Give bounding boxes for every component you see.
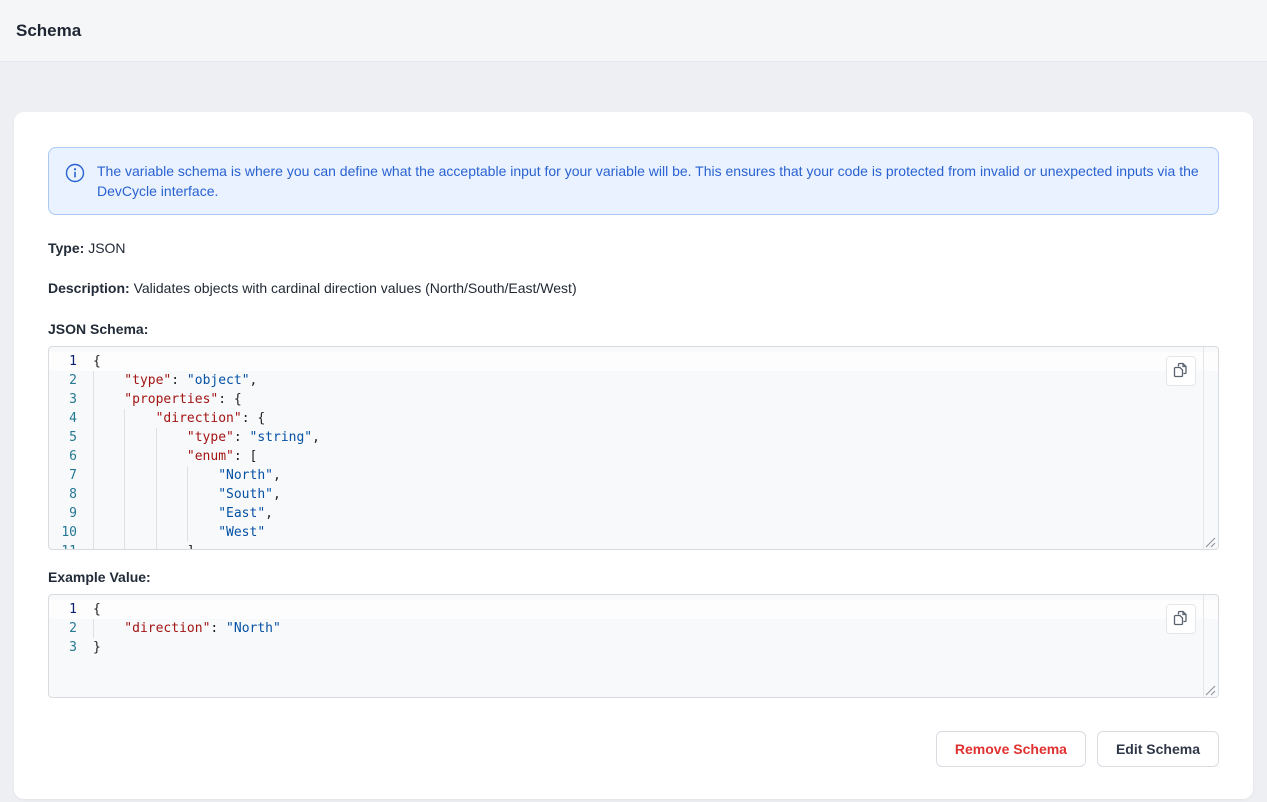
code-text: "East", bbox=[93, 504, 273, 523]
alert-text: The variable schema is where you can def… bbox=[97, 161, 1202, 201]
line-number: 5 bbox=[49, 428, 93, 447]
line-number: 6 bbox=[49, 447, 93, 466]
code-text: } bbox=[93, 638, 101, 657]
schema-card: The variable schema is where you can def… bbox=[14, 112, 1253, 799]
copy-button[interactable] bbox=[1166, 604, 1196, 634]
line-number: 7 bbox=[49, 466, 93, 485]
code-text: "enum": [ bbox=[93, 447, 257, 466]
code-line: 2"type": "object", bbox=[49, 371, 1218, 390]
code-text: "West" bbox=[93, 523, 265, 542]
code-line: 11] bbox=[49, 542, 1218, 550]
type-row: Type: JSON bbox=[48, 238, 1219, 258]
description-label: Description: bbox=[48, 280, 130, 296]
description-row: Description: Validates objects with card… bbox=[48, 278, 1219, 298]
copy-button[interactable] bbox=[1166, 356, 1196, 386]
line-number: 3 bbox=[49, 390, 93, 409]
json-schema-label: JSON Schema: bbox=[48, 321, 1219, 337]
code-line: 7"North", bbox=[49, 466, 1218, 485]
code-line: 1{ bbox=[49, 352, 1218, 371]
description-value: Validates objects with cardinal directio… bbox=[134, 280, 577, 296]
code-text: ] bbox=[93, 542, 195, 550]
copy-icon bbox=[1173, 610, 1189, 629]
code-line: 3} bbox=[49, 638, 1218, 657]
code-text: { bbox=[93, 600, 101, 619]
code-text: "direction": { bbox=[93, 409, 265, 428]
code-line: 1{ bbox=[49, 600, 1218, 619]
code-line: 5"type": "string", bbox=[49, 428, 1218, 447]
line-number: 11 bbox=[49, 542, 93, 550]
example-value-editor[interactable]: 1{2"direction": "North"3} bbox=[48, 594, 1219, 698]
line-number: 1 bbox=[49, 352, 93, 371]
page-title: Schema bbox=[16, 21, 81, 41]
copy-icon bbox=[1173, 362, 1189, 381]
page-header: Schema bbox=[0, 0, 1267, 62]
code-text: "type": "string", bbox=[93, 428, 320, 447]
info-alert: The variable schema is where you can def… bbox=[48, 147, 1219, 215]
code-text: "direction": "North" bbox=[93, 619, 281, 638]
line-number: 4 bbox=[49, 409, 93, 428]
line-number: 2 bbox=[49, 371, 93, 390]
code-line: 10"West" bbox=[49, 523, 1218, 542]
line-number: 2 bbox=[49, 619, 93, 638]
example-value-label: Example Value: bbox=[48, 569, 1219, 585]
resize-handle[interactable] bbox=[1204, 535, 1216, 547]
line-number: 1 bbox=[49, 600, 93, 619]
line-number: 9 bbox=[49, 504, 93, 523]
edit-schema-button[interactable]: Edit Schema bbox=[1097, 731, 1219, 767]
code-text: "South", bbox=[93, 485, 281, 504]
type-label: Type: bbox=[48, 240, 84, 256]
code-text: "properties": { bbox=[93, 390, 242, 409]
action-buttons: Remove Schema Edit Schema bbox=[48, 731, 1219, 767]
line-number: 10 bbox=[49, 523, 93, 542]
code-line: 4"direction": { bbox=[49, 409, 1218, 428]
code-text: { bbox=[93, 352, 101, 371]
code-line: 6"enum": [ bbox=[49, 447, 1218, 466]
line-number: 3 bbox=[49, 638, 93, 657]
code-text: "North", bbox=[93, 466, 281, 485]
code-line: 2"direction": "North" bbox=[49, 619, 1218, 638]
code-line: 9"East", bbox=[49, 504, 1218, 523]
json-schema-editor[interactable]: 1{2"type": "object",3"properties": {4"di… bbox=[48, 346, 1219, 550]
info-circle-icon bbox=[65, 163, 85, 188]
code-line: 8"South", bbox=[49, 485, 1218, 504]
code-text: "type": "object", bbox=[93, 371, 257, 390]
code-line: 3"properties": { bbox=[49, 390, 1218, 409]
resize-handle[interactable] bbox=[1204, 683, 1216, 695]
type-value: JSON bbox=[88, 240, 125, 256]
line-number: 8 bbox=[49, 485, 93, 504]
remove-schema-button[interactable]: Remove Schema bbox=[936, 731, 1086, 767]
